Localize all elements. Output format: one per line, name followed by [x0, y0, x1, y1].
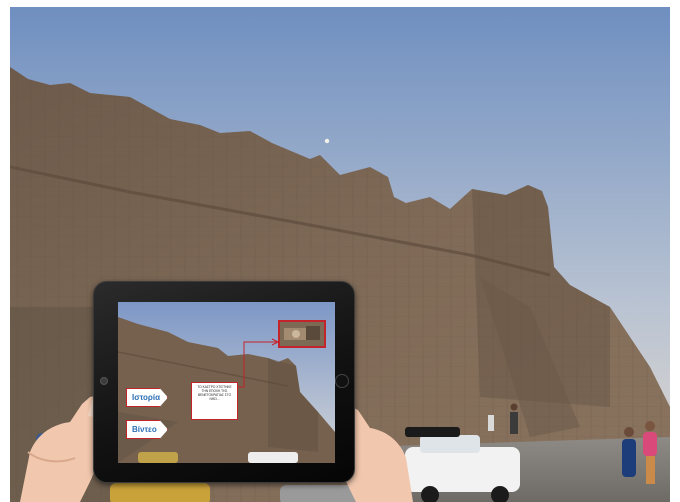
ar-camera-view[interactable]: Ιστορία Βίντεο ΤΟ ΚΑΣΤΡΟ ΧΤΙΣΤΗΚΕ ΤΗΝ ΕΠ…: [118, 302, 335, 463]
history-button[interactable]: Ιστορία: [126, 388, 168, 407]
video-label: Βίντεο: [132, 425, 157, 434]
ar-image-thumbnail[interactable]: [278, 320, 326, 348]
video-button[interactable]: Βίντεο: [126, 420, 168, 439]
camera-icon: [100, 377, 108, 385]
tablet-device: Ιστορία Βίντεο ΤΟ ΚΑΣΤΡΟ ΧΤΙΣΤΗΚΕ ΤΗΝ ΕΠ…: [93, 281, 355, 483]
history-label: Ιστορία: [132, 393, 161, 402]
home-button[interactable]: [335, 374, 349, 388]
ar-info-card[interactable]: ΤΟ ΚΑΣΤΡΟ ΧΤΙΣΤΗΚΕ ΤΗΝ ΕΠΟΧΗ ΤΗΣ ΒΕΝΕΤΟΚ…: [191, 382, 238, 420]
ar-info-text: ΤΟ ΚΑΣΤΡΟ ΧΤΙΣΤΗΚΕ ΤΗΝ ΕΠΟΧΗ ΤΗΣ ΒΕΝΕΤΟΚ…: [197, 385, 232, 401]
